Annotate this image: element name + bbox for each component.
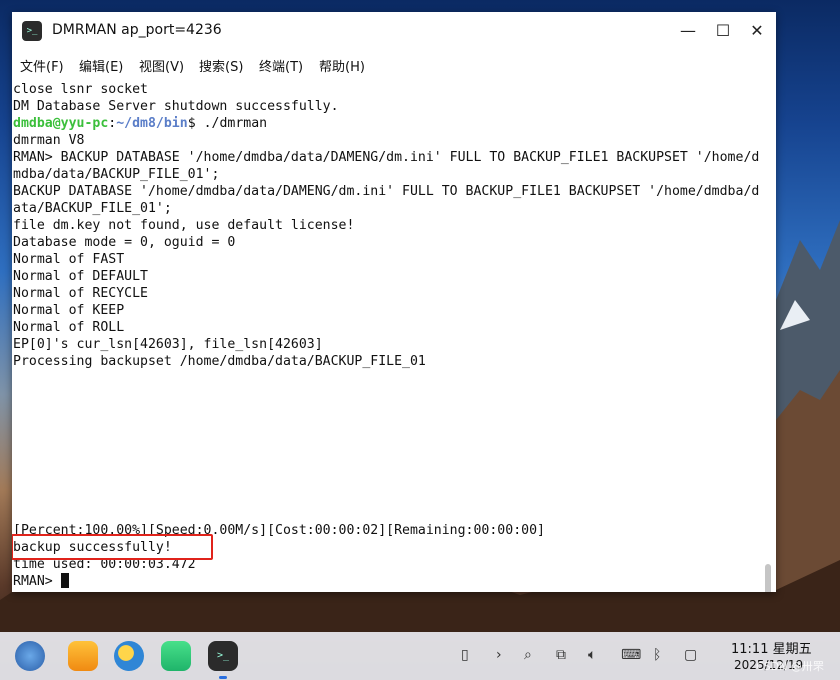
text-cursor bbox=[60, 573, 69, 588]
close-button[interactable]: ✕ bbox=[742, 16, 772, 46]
menu-edit[interactable]: 编辑(E) bbox=[79, 56, 123, 75]
prompt-path: ~/dm8/bin bbox=[116, 116, 188, 131]
menu-search[interactable]: 搜索(S) bbox=[199, 56, 243, 75]
shell-prompt-line: dmdba@yyu-pc:~/dm8/bin$ ./dmrman bbox=[13, 115, 267, 132]
clock-time[interactable]: 11:11 星期五 bbox=[731, 638, 812, 657]
browser-icon[interactable] bbox=[114, 641, 144, 671]
terminal-app-icon: >_ bbox=[22, 21, 42, 41]
scrollbar-thumb[interactable] bbox=[765, 564, 771, 592]
screenshot-icon[interactable]: ⧉ bbox=[556, 647, 566, 663]
terminal-line: DM Database Server shutdown successfully… bbox=[13, 99, 339, 114]
terminal-line: BACKUP DATABASE '/home/dmdba/data/DAMENG… bbox=[13, 184, 760, 199]
terminal-line: file dm.key not found, use default licen… bbox=[13, 218, 355, 233]
terminal-line: ata/BACKUP_FILE_01'; bbox=[13, 201, 172, 216]
notification-icon[interactable]: ▢ bbox=[684, 647, 697, 663]
menu-bar: 文件(F) 编辑(E) 视图(V) 搜索(S) 终端(T) 帮助(H) bbox=[12, 50, 776, 78]
prompt-user: dmdba@yyu-pc bbox=[13, 116, 109, 131]
taskbar: >_ ▯ › ⌕ ⧉ 🔈︎ ⌨ ᛒ ▢ 11:11 星期五 2025/12/19… bbox=[0, 632, 840, 680]
prompt-symbol: $ bbox=[187, 116, 204, 131]
minimize-button[interactable]: — bbox=[673, 16, 703, 46]
maximize-button[interactable]: ☐ bbox=[708, 16, 738, 46]
terminal-line: dmrman V8 bbox=[13, 133, 85, 148]
menu-file[interactable]: 文件(F) bbox=[20, 56, 64, 75]
prompt-command: ./dmrman bbox=[203, 116, 268, 131]
terminal-line: Normal of FAST bbox=[13, 252, 125, 267]
terminal-line: mdba/data/BACKUP_FILE_01'; bbox=[13, 167, 220, 182]
rman-prompt-line: RMAN> bbox=[13, 573, 69, 590]
app-store-icon[interactable] bbox=[161, 641, 191, 671]
terminal-line: EP[0]'s cur_lsn[42603], file_lsn[42603] bbox=[13, 337, 323, 352]
highlight-box bbox=[12, 534, 213, 560]
terminal-line: Database mode = 0, oguid = 0 bbox=[13, 235, 236, 250]
volume-icon[interactable]: 🔈︎ bbox=[588, 647, 596, 663]
terminal-line: RMAN> BACKUP DATABASE '/home/dmdba/data/… bbox=[13, 150, 760, 165]
keyboard-icon[interactable]: ⌨ bbox=[621, 647, 641, 663]
terminal-output[interactable]: close lsnr socket DM Database Server shu… bbox=[12, 78, 776, 592]
terminal-line: Normal of KEEP bbox=[13, 303, 125, 318]
title-bar[interactable]: >_ DMRMAN ap_port=4236 — ☐ ✕ bbox=[12, 12, 776, 50]
launcher-icon[interactable] bbox=[15, 641, 45, 671]
search-icon[interactable]: ⌕ bbox=[524, 647, 532, 663]
terminal-line: Processing backupset /home/dmdba/data/BA… bbox=[13, 354, 426, 369]
menu-view[interactable]: 视图(V) bbox=[139, 56, 184, 75]
clipboard-icon[interactable]: ▯ bbox=[461, 647, 469, 663]
menu-terminal[interactable]: 终端(T) bbox=[259, 56, 303, 75]
terminal-line: Normal of RECYCLE bbox=[13, 286, 148, 301]
terminal-line: close lsnr socket bbox=[13, 82, 148, 97]
menu-help[interactable]: 帮助(H) bbox=[319, 56, 365, 75]
bluetooth-off-icon[interactable]: ᛒ bbox=[653, 647, 661, 663]
terminal-line: Normal of ROLL bbox=[13, 320, 125, 335]
rman-prompt: RMAN> bbox=[13, 574, 61, 589]
watermark: CSDN @卅罘 bbox=[756, 660, 824, 673]
file-manager-icon[interactable] bbox=[68, 641, 98, 671]
active-indicator bbox=[219, 676, 227, 679]
window-title: DMRMAN ap_port=4236 bbox=[52, 22, 222, 38]
terminal-line: Normal of DEFAULT bbox=[13, 269, 148, 284]
chevron-right-icon[interactable]: › bbox=[496, 647, 502, 663]
terminal-window: >_ DMRMAN ap_port=4236 — ☐ ✕ 文件(F) 编辑(E)… bbox=[12, 12, 776, 592]
terminal-taskbar-icon[interactable]: >_ bbox=[208, 641, 238, 671]
